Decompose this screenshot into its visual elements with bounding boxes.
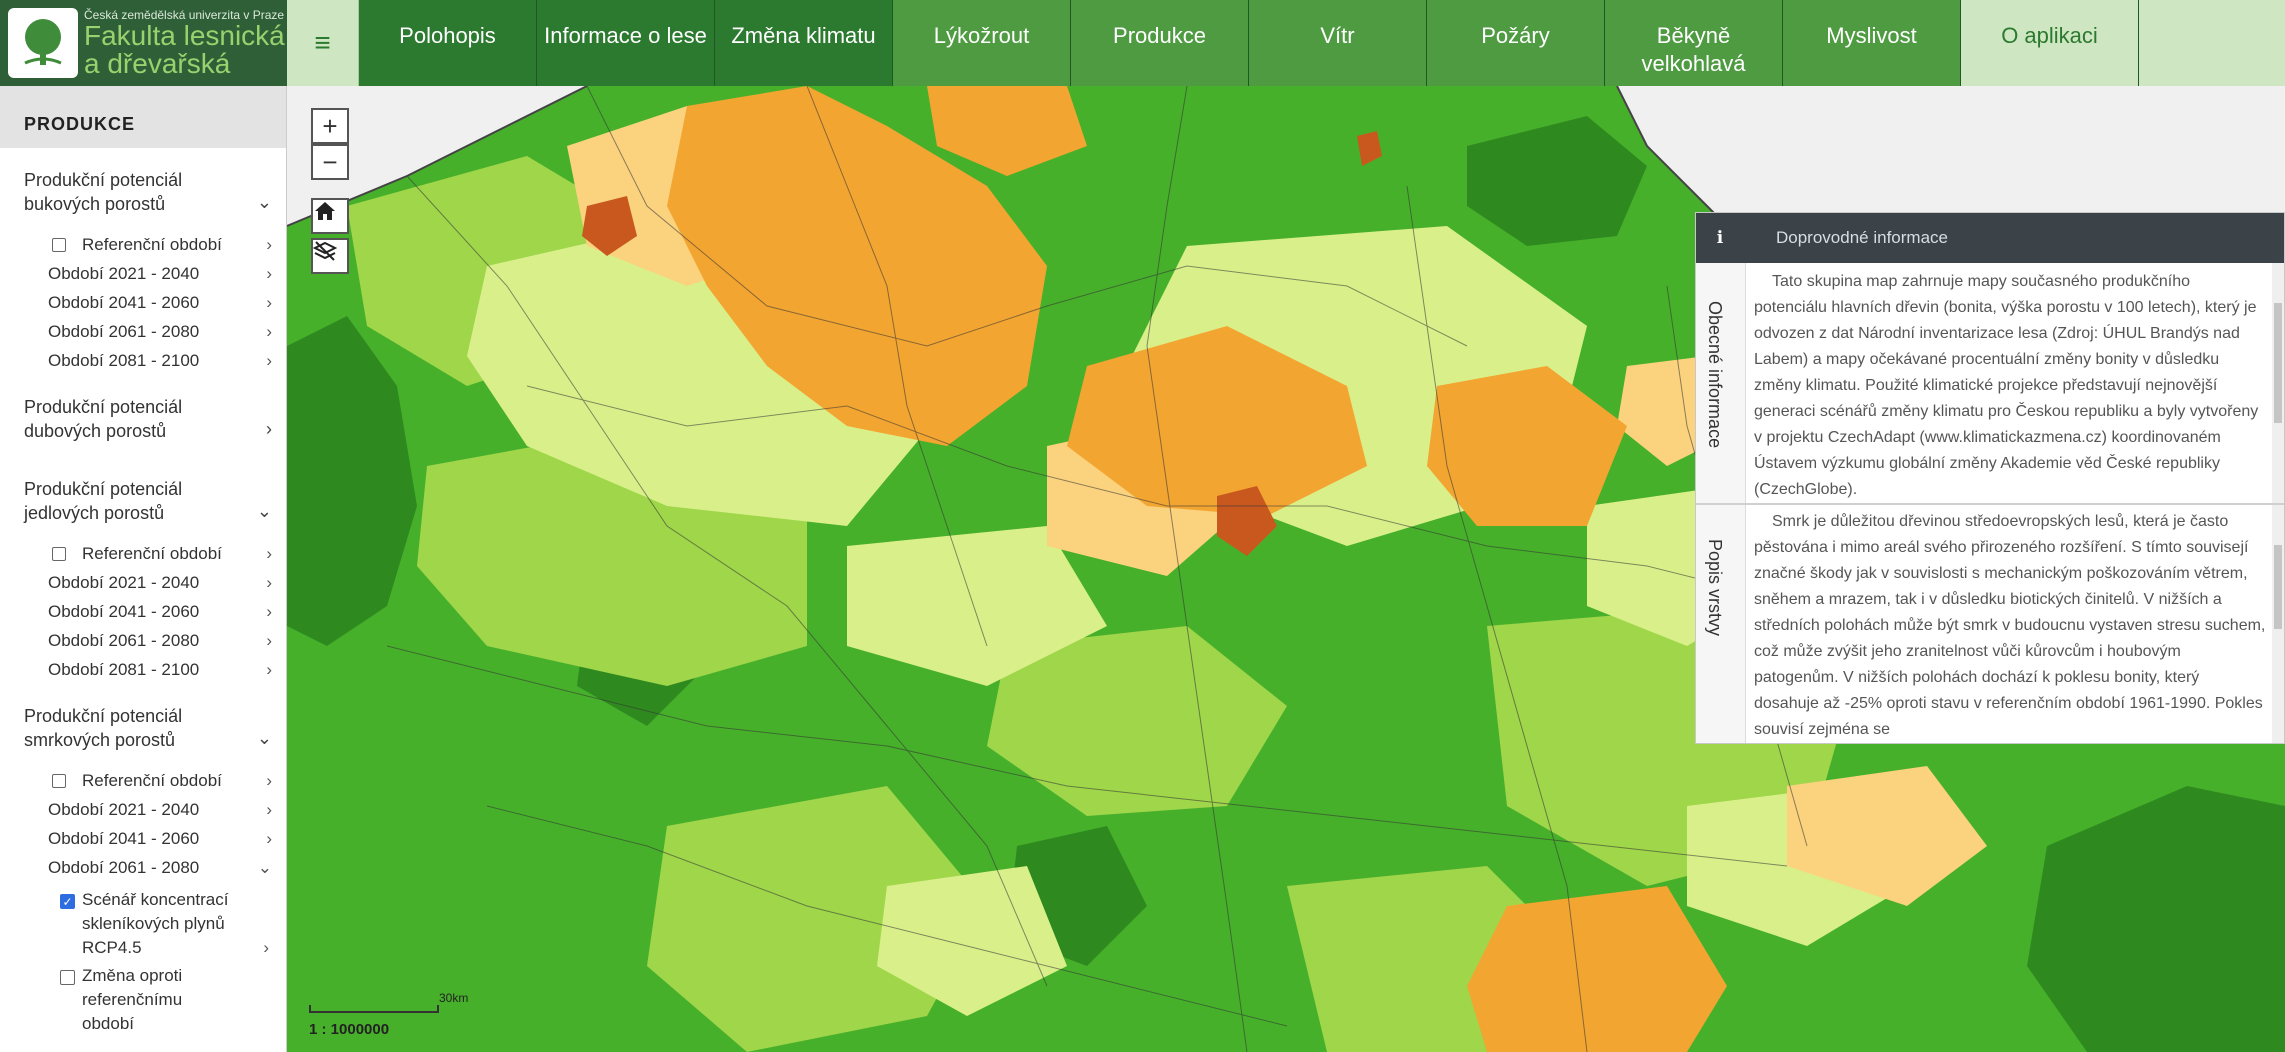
nav-bekyne-velkohlava[interactable]: Běkyně velkohlavá [1605,0,1783,86]
layer-row[interactable]: Období 2061 - 2080 ⌄ [24,853,272,882]
layer-row[interactable]: Období 2021 - 2040 › [24,259,272,288]
hamburger-icon[interactable]: ≡ [287,0,359,86]
scale-ratio: 1 : 1000000 [309,1021,390,1038]
checkbox[interactable] [52,238,66,252]
chevron-right-icon: › [266,351,272,370]
chevron-right-icon: › [266,829,272,848]
layer-row[interactable]: Referenční období › [24,766,272,795]
group-jedle: Produkční potenciál jedlových porostů ⌄ … [24,443,272,684]
nav-myslivost[interactable]: Myslivost [1783,0,1961,86]
layer-description-text: Smrk je důležitou dřevinou středoevropsk… [1754,513,2266,738]
nav-spacer [2139,0,2285,86]
nav-produkce[interactable]: Produkce [1071,0,1249,86]
faculty-name-line2: a dřevařská [84,48,231,79]
chevron-right-icon: › [266,771,272,790]
layer-row[interactable]: Období 2041 - 2060 › [24,288,272,317]
chevron-down-icon: ⌄ [256,192,272,212]
group-title-jedle[interactable]: Produkční potenciál jedlových porostů ⌄ [24,443,272,525]
nav-zmena-klimatu[interactable]: Změna klimatu [715,0,893,86]
layer-row[interactable]: Období 2061 - 2080 › [24,626,272,655]
chevron-down-icon: ⌄ [256,501,272,521]
scenario-row[interactable]: ✓ Scénář koncentrací skleníkových plynů … [0,888,275,960]
nav-informace-o-lese[interactable]: Informace o lese [537,0,715,86]
layer-row[interactable]: Referenční období › [24,539,272,568]
chevron-right-icon: › [266,544,272,563]
layer-row[interactable]: Období 2041 - 2060 › [24,824,272,853]
scrollbar-thumb[interactable] [2274,545,2282,629]
group-smrk: Produkční potenciál smrkových porostů ⌄ … [24,684,272,882]
chevron-down-icon: ⌄ [257,858,272,877]
tab-obecne-label: Obecné informace [1705,301,1725,449]
scrollbar[interactable] [2272,505,2284,743]
info-panel-header: ℹ Doprovodné informace [1696,213,2284,263]
chevron-right-icon: › [266,800,272,819]
home-icon[interactable] [311,198,349,234]
faculty-logo[interactable]: Česká zemědělská univerzita v Praze Faku… [0,0,287,86]
checkbox[interactable] [60,970,75,985]
main-nav: Polohopis Informace o lese Změna klimatu… [359,0,2285,86]
scrollbar-thumb[interactable] [2274,303,2282,423]
nav-lykozrout[interactable]: Lýkožrout [893,0,1071,86]
chevron-right-icon: › [266,264,272,283]
group-title-buk[interactable]: Produkční potenciál bukových porostů ⌄ [24,148,272,216]
info-panel-title: Doprovodné informace [1776,228,1948,247]
chevron-right-icon: › [266,293,272,312]
layer-row[interactable]: Období 2021 - 2040 › [24,795,272,824]
scrollbar[interactable] [2272,263,2284,503]
chevron-right-icon: › [266,602,272,621]
layer-row[interactable]: Období 2041 - 2060 › [24,597,272,626]
group-title-dub[interactable]: Produkční potenciál dubových porostů › [24,375,272,443]
layer-row[interactable]: Období 2081 - 2100 › [24,346,272,375]
map-scale: 30km 1 : 1000000 [309,991,468,1038]
tab-obecne-informace[interactable]: Obecné informace [1696,263,1746,503]
checkbox[interactable] [52,774,66,788]
chevron-down-icon: ⌄ [256,728,272,748]
chevron-right-icon: › [266,419,272,439]
group-title-dub-label: Produkční potenciál dubových porostů [24,397,183,441]
chevron-right-icon: › [266,660,272,679]
tab-popis-label: Popis vrstvy [1705,539,1725,637]
sidebar-title: PRODUKCE [0,86,286,148]
nav-o-aplikaci[interactable]: O aplikaci [1961,0,2139,86]
layer-row[interactable]: Období 2021 - 2040 › [24,568,272,597]
checkbox-checked[interactable]: ✓ [60,894,75,909]
nav-pozary[interactable]: Požáry [1427,0,1605,86]
faculty-name-line1: Fakulta lesnická [84,20,285,51]
group-title-smrk-label: Produkční potenciál smrkových porostů [24,706,183,750]
general-info-text: Tato skupina map zahrnuje mapy současnéh… [1754,273,2259,498]
chevron-right-icon: › [266,631,272,650]
group-title-jedle-label: Produkční potenciál jedlových porostů [24,479,183,523]
chevron-right-icon: › [266,322,272,341]
scale-bar: 30km [309,991,468,1013]
layers-off-icon[interactable] [311,238,349,274]
top-bar: Česká zemědělská univerzita v Praze Faku… [0,0,2285,86]
chevron-right-icon: › [263,938,269,957]
nav-vitr[interactable]: Vítr [1249,0,1427,86]
group-buk: Produkční potenciál bukových porostů ⌄ R… [24,148,272,375]
checkbox[interactable] [52,547,66,561]
zoom-in-button[interactable]: + [311,108,349,144]
layer-sidebar: PRODUKCE Produkční potenciál bukových po… [0,86,287,1052]
scale-km-label: 30km [439,991,469,1005]
change-row[interactable]: Změna oproti referenčnímu období [0,964,275,1036]
chevron-right-icon: › [266,235,272,254]
chevron-right-icon: › [266,573,272,592]
group-title-smrk[interactable]: Produkční potenciál smrkových porostů ⌄ [24,684,272,752]
zoom-out-button[interactable]: − [311,144,349,180]
info-icon: ℹ [1716,228,1724,247]
group-dub: Produkční potenciál dubových porostů › [24,375,272,443]
nav-polohopis[interactable]: Polohopis [359,0,537,86]
info-panel: ℹ Doprovodné informace Obecné informace … [1695,212,2285,744]
layer-row[interactable]: Období 2081 - 2100 › [24,655,272,684]
tree-icon [8,8,78,78]
layer-row[interactable]: Období 2061 - 2080 › [24,317,272,346]
group-title-buk-label: Produkční potenciál bukových porostů [24,170,183,214]
tab-popis-vrstvy[interactable]: Popis vrstvy [1696,505,1746,743]
layer-row[interactable]: Referenční období › [24,230,272,259]
